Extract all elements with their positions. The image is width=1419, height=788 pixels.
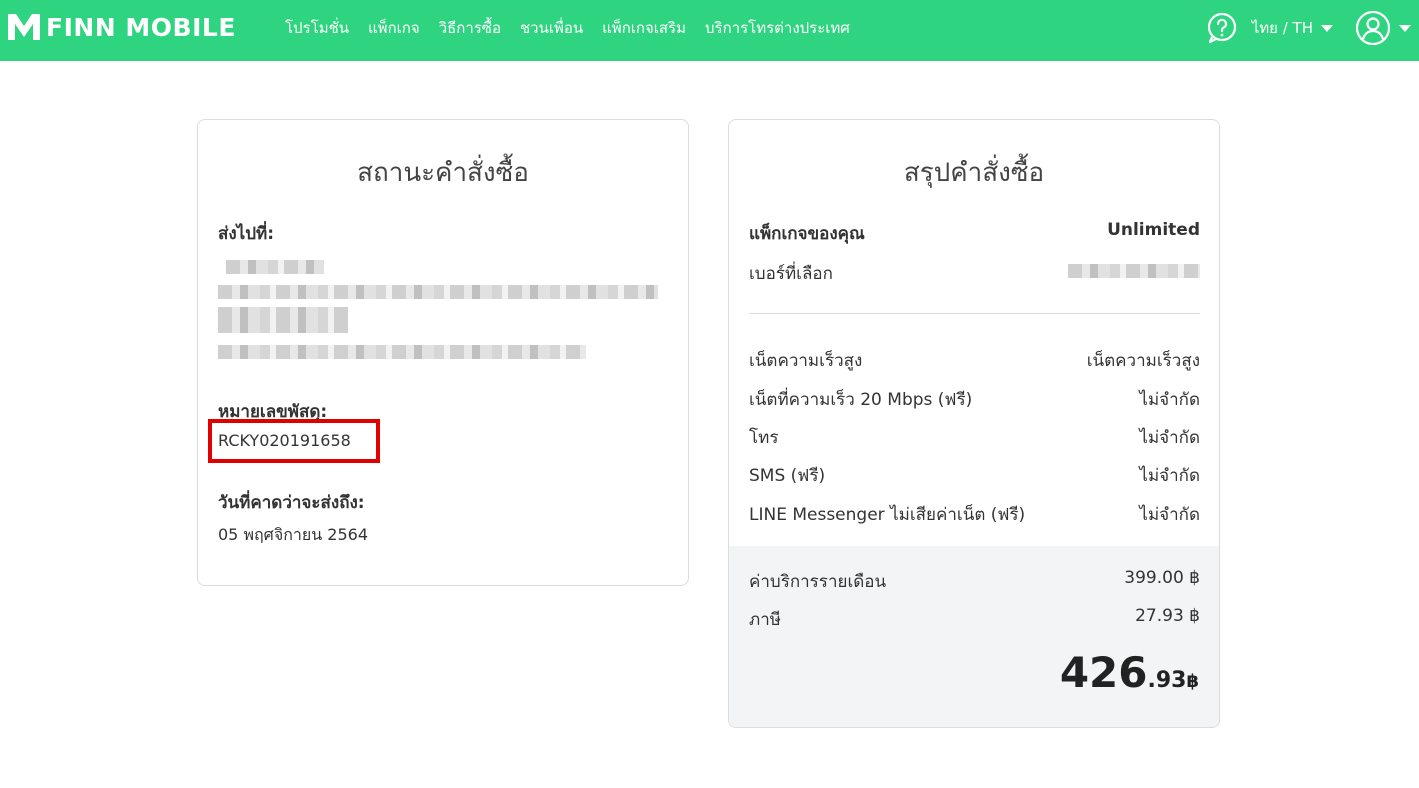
feature-value: ไม่จำกัด	[1139, 428, 1200, 448]
tax-row: ภาษี 27.93 ฿	[749, 606, 1200, 633]
feature-value: ไม่จำกัด	[1139, 390, 1200, 410]
feature-label: SMS (ฟรี)	[749, 466, 826, 486]
feature-row: LINE Messenger ไม่เสียค่าเน็ต (ฟรี) ไม่จ…	[749, 501, 1200, 528]
nav-addon-packages[interactable]: แพ็กเกจเสริม	[602, 16, 686, 40]
user-menu[interactable]	[1355, 10, 1411, 46]
total-decimal: .93	[1147, 668, 1187, 693]
brand-name: FINN MOBILE	[46, 12, 236, 42]
feature-label: โทร	[749, 428, 779, 448]
tax-value: 27.93 ฿	[1135, 606, 1200, 626]
eta-label: วันที่คาดว่าจะส่งถึง:	[218, 493, 365, 513]
order-summary-title: สรุปคำสั่งซื้อ	[903, 158, 1045, 188]
chevron-down-icon	[1399, 24, 1411, 32]
feature-label: LINE Messenger ไม่เสียค่าเน็ต (ฟรี)	[749, 505, 1026, 525]
feature-label: เน็ตที่ความเร็ว 20 Mbps (ฟรี)	[749, 390, 973, 410]
help-icon[interactable]	[1206, 12, 1238, 44]
feature-value: ไม่จำกัด	[1139, 505, 1200, 525]
total-price: 426 .93 ฿	[1060, 648, 1199, 697]
feature-value: ไม่จำกัด	[1139, 466, 1200, 486]
eta-value: 05 พฤศจิกายน 2564	[218, 525, 368, 544]
total-currency: ฿	[1186, 671, 1199, 692]
language-label: ไทย / TH	[1251, 19, 1313, 37]
language-selector[interactable]: ไทย / TH	[1252, 16, 1333, 40]
monthly-fee-label: ค่าบริการรายเดือน	[749, 572, 887, 592]
redacted-address-line	[218, 345, 586, 359]
order-status-card: สถานะคำสั่งซื้อ ส่งไปที่: หมายเลขพัสดุ: …	[197, 119, 689, 586]
divider	[749, 313, 1200, 314]
nav-how-to-buy[interactable]: วิธีการซื้อ	[439, 16, 501, 40]
feature-row: เน็ตความเร็วสูง เน็ตความเร็วสูง	[749, 347, 1200, 374]
redacted-name	[226, 260, 324, 274]
total-integer: 426	[1059, 648, 1148, 697]
top-navigation-bar: FINN MOBILE โปรโมชั่น แพ็กเกจ วิธีการซื้…	[0, 0, 1419, 61]
feature-value: เน็ตความเร็วสูง	[1086, 351, 1200, 371]
order-summary-card: สรุปคำสั่งซื้อ แพ็กเกจของคุณ Unlimited เ…	[728, 119, 1220, 728]
header-tools: ไทย / TH	[1206, 0, 1411, 56]
package-value: Unlimited	[1107, 220, 1200, 240]
finn-logo-icon	[8, 14, 40, 40]
feature-row: โทร ไม่จำกัด	[749, 424, 1200, 451]
feature-row: เน็ตที่ความเร็ว 20 Mbps (ฟรี) ไม่จำกัด	[749, 386, 1200, 413]
brand-logo[interactable]: FINN MOBILE	[6, 11, 236, 43]
nav-invite-friends[interactable]: ชวนเพื่อน	[520, 16, 583, 40]
main-nav: โปรโมชั่น แพ็กเกจ วิธีการซื้อ ชวนเพื่อน …	[285, 0, 869, 56]
monthly-fee-row: ค่าบริการรายเดือน 399.00 ฿	[749, 568, 1200, 595]
tax-label: ภาษี	[749, 610, 781, 630]
selected-number-row: เบอร์ที่เลือก	[749, 260, 1200, 287]
nav-international-calls[interactable]: บริการโทรต่างประเทศ	[705, 16, 850, 40]
redacted-address-line	[218, 285, 658, 299]
package-label: แพ็กเกจของคุณ	[749, 224, 865, 244]
nav-packages[interactable]: แพ็กเกจ	[368, 16, 420, 40]
selected-number-label: เบอร์ที่เลือก	[749, 264, 833, 284]
feature-label: เน็ตความเร็วสูง	[749, 351, 863, 371]
chevron-down-icon	[1321, 24, 1333, 32]
nav-promotions[interactable]: โปรโมชั่น	[285, 16, 349, 40]
user-icon	[1355, 10, 1391, 46]
monthly-fee-value: 399.00 ฿	[1124, 568, 1200, 588]
tracking-number: RCKY020191658	[218, 431, 351, 450]
ship-to-label: ส่งไปที่:	[218, 224, 275, 244]
redacted-phone-number	[1068, 264, 1200, 278]
package-row: แพ็กเกจของคุณ Unlimited	[749, 220, 1200, 247]
order-status-title: สถานะคำสั่งซื้อ	[357, 158, 529, 188]
redacted-address-line	[218, 307, 348, 333]
feature-row: SMS (ฟรี) ไม่จำกัด	[749, 462, 1200, 489]
